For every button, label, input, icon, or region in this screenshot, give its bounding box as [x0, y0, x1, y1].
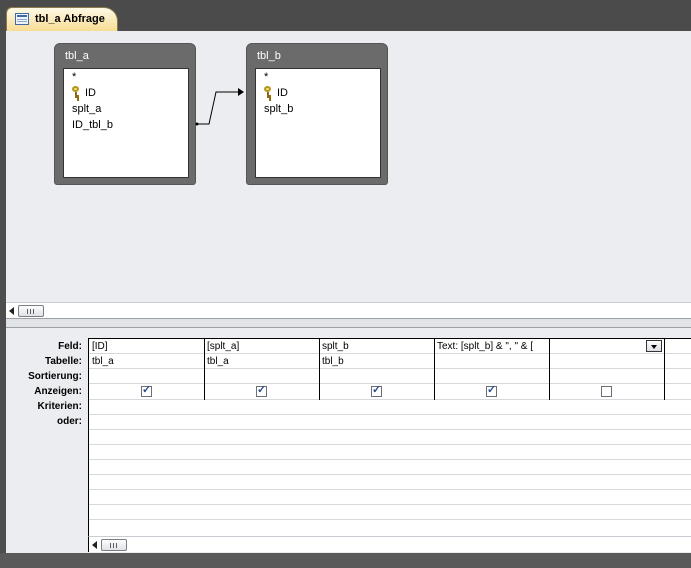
grid-horizontal-scrollbar[interactable] [88, 536, 691, 552]
scroll-thumb[interactable] [18, 305, 44, 317]
grid-cell-field[interactable]: [ID] [92, 339, 202, 354]
query-grid[interactable]: [ID] tbl_a [splt_a] tbl_a splt_b tbl_b T… [88, 338, 691, 536]
bottom-frame [0, 553, 691, 568]
scroll-left-arrow-icon[interactable] [9, 307, 14, 315]
row-label-or: oder: [57, 416, 82, 427]
row-label-criteria: Kriterien: [37, 401, 82, 412]
table-design-pane: tbl_a * ID splt_a ID_tbl_b tbl_b * ID sp… [6, 31, 691, 302]
grid-cell-field[interactable]: splt_b [322, 339, 432, 354]
show-checkbox[interactable] [256, 383, 267, 397]
row-label-table: Tabelle: [44, 356, 82, 367]
pane-splitter[interactable] [6, 318, 691, 328]
grid-cell-table[interactable] [437, 354, 547, 369]
grid-cell-table[interactable]: tbl_a [92, 354, 202, 369]
document-tab-strip: tbl_a Abfrage [0, 0, 691, 31]
grid-cell-field[interactable] [552, 339, 642, 354]
design-horizontal-scrollbar[interactable] [6, 302, 691, 318]
row-label-sort: Sortierung: [28, 371, 82, 382]
tab-query[interactable]: tbl_a Abfrage [6, 7, 118, 31]
grid-cell-field[interactable]: Text: [splt_b] & ", " & [ [437, 339, 547, 354]
scroll-left-arrow-icon[interactable] [92, 541, 97, 549]
row-label-field: Feld: [58, 341, 82, 352]
query-design-grid-area: Feld: Tabelle: Sortierung: Anzeigen: Kri… [6, 328, 691, 553]
join-relationship-line[interactable] [6, 31, 691, 302]
show-checkbox[interactable] [371, 383, 382, 397]
scroll-thumb[interactable] [101, 539, 127, 551]
grid-cell-table[interactable]: tbl_a [207, 354, 317, 369]
field-dropdown-button[interactable] [646, 340, 662, 352]
grid-cell-table[interactable]: tbl_b [322, 354, 432, 369]
query-design-icon [15, 13, 29, 25]
show-checkbox[interactable] [601, 386, 612, 397]
row-label-show: Anzeigen: [34, 386, 82, 397]
grid-cell-field[interactable]: [splt_a] [207, 339, 317, 354]
show-checkbox[interactable] [141, 383, 152, 397]
show-checkbox[interactable] [486, 383, 497, 397]
tab-title: tbl_a Abfrage [35, 13, 105, 25]
